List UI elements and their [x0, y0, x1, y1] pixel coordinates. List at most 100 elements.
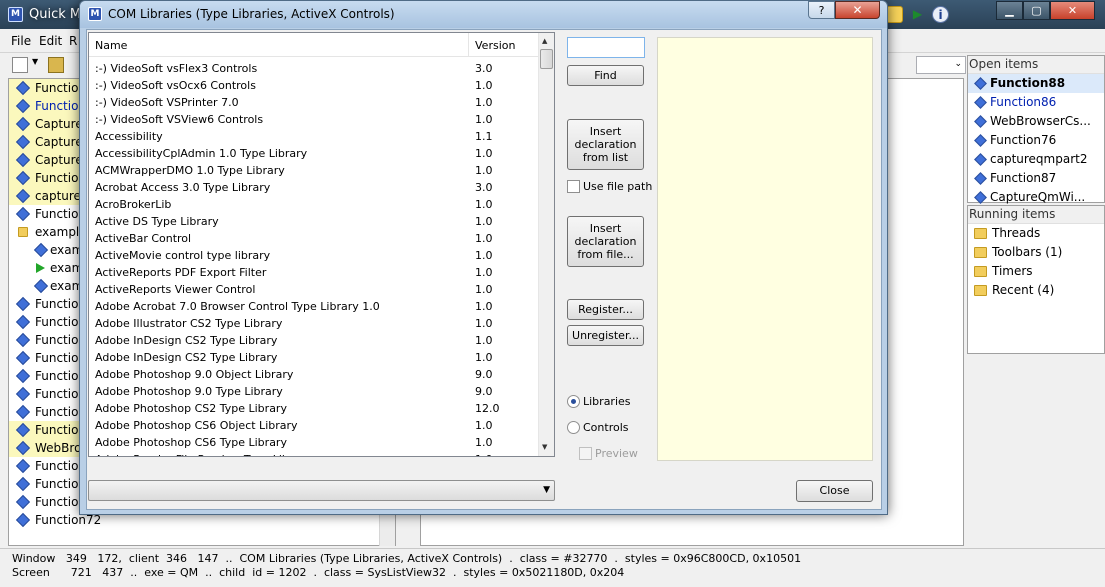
library-row[interactable]: :-) VideoSoft vsOcx6 Controls 1.0: [89, 77, 538, 94]
library-row[interactable]: :-) VideoSoft VSPrinter 7.0 1.0: [89, 94, 538, 111]
scroll-up-icon[interactable]: ▲: [542, 37, 547, 45]
libraries-radio[interactable]: [567, 395, 580, 408]
folder-icon: [974, 228, 987, 239]
library-row[interactable]: Adobe Illustrator CS2 Type Library 1.0: [89, 315, 538, 332]
library-row[interactable]: Adobe Reader File Preview Type Library 1.…: [89, 451, 538, 456]
running-item[interactable]: Recent (4): [968, 281, 1104, 300]
library-row[interactable]: ACMWrapperDMO 1.0 Type Library 1.0: [89, 162, 538, 179]
scroll-down-icon[interactable]: ▼: [542, 443, 547, 451]
function-diamond-icon: [15, 332, 31, 348]
running-item-label: Toolbars (1): [992, 245, 1063, 259]
image-icon[interactable]: [886, 6, 903, 23]
column-header-version[interactable]: Version: [475, 39, 515, 52]
open-item-label: Function76: [990, 133, 1057, 147]
function-diamond-icon: [15, 476, 31, 492]
library-row[interactable]: Adobe Acrobat 7.0 Browser Control Type L…: [89, 298, 538, 315]
open-item[interactable]: Function86: [968, 93, 1104, 112]
scroll-thumb[interactable]: [540, 49, 553, 69]
function-diamond-icon: [15, 296, 31, 312]
library-row[interactable]: Adobe InDesign CS2 Type Library 1.0: [89, 332, 538, 349]
library-row[interactable]: Adobe Photoshop CS6 Object Library 1.0: [89, 417, 538, 434]
library-version: 1.0: [475, 215, 493, 228]
toolbar-combo[interactable]: ⌄: [916, 56, 966, 74]
library-name: AccessibilityCplAdmin 1.0 Type Library: [95, 147, 308, 160]
library-row[interactable]: Active DS Type Library 1.0: [89, 213, 538, 230]
status-line-screen: Screen 721 437 .. exe = QM .. child id =…: [12, 566, 625, 579]
library-row[interactable]: Adobe InDesign CS2 Type Library 1.0: [89, 349, 538, 366]
library-version: 1.0: [475, 317, 493, 330]
open-item-label: Function86: [990, 95, 1057, 109]
library-row[interactable]: ActiveMovie control type library 1.0: [89, 247, 538, 264]
close-button[interactable]: Close: [796, 480, 873, 502]
running-item[interactable]: Threads: [968, 224, 1104, 243]
library-row[interactable]: ActiveBar Control 1.0: [89, 230, 538, 247]
library-list[interactable]: Name Version :-) VideoSoft vsFlex3 Contr…: [88, 32, 555, 457]
column-header-name[interactable]: Name: [95, 39, 127, 52]
library-row[interactable]: :-) VideoSoft vsFlex3 Controls 3.0: [89, 60, 538, 77]
library-list-scrollbar[interactable]: ▲ ▼: [538, 33, 554, 456]
new-file-icon[interactable]: [12, 57, 28, 73]
running-item[interactable]: Toolbars (1): [968, 243, 1104, 262]
folder-icon: [18, 227, 28, 237]
open-item[interactable]: WebBrowserCs...: [968, 112, 1104, 131]
dialog-title: COM Libraries (Type Libraries, ActiveX C…: [108, 7, 395, 21]
function-diamond-icon: [15, 170, 31, 186]
insert-from-list-button[interactable]: Insert declaration from list: [567, 119, 644, 170]
open-items-list: Function88 Function86 WebBrowserCs... Funct…: [968, 74, 1104, 207]
menu-file[interactable]: File: [11, 34, 31, 48]
library-version: 1.0: [475, 249, 493, 262]
minimize-button[interactable]: ▁: [996, 1, 1023, 20]
function-diamond-icon: [15, 116, 31, 132]
find-button[interactable]: Find: [567, 65, 644, 86]
use-file-path-label: Use file path: [583, 180, 653, 193]
library-name: Adobe Photoshop 9.0 Type Library: [95, 385, 283, 398]
function-diamond-icon: [15, 422, 31, 438]
menu-run[interactable]: R: [69, 34, 77, 48]
search-input[interactable]: [567, 37, 645, 58]
library-row[interactable]: ActiveReports PDF Export Filter 1.0: [89, 264, 538, 281]
preview-checkbox[interactable]: [579, 447, 592, 460]
library-version: 1.0: [475, 351, 493, 364]
function-diamond-icon: [15, 188, 31, 204]
library-row[interactable]: Accessibility 1.1: [89, 128, 538, 145]
open-item[interactable]: captureqmpart2: [968, 150, 1104, 169]
menu-edit[interactable]: Edit: [39, 34, 62, 48]
qm-app-icon: M: [88, 7, 102, 21]
running-items-list: Threads Toolbars (1) Timers Recent (4): [968, 224, 1104, 300]
library-row[interactable]: Adobe Photoshop 9.0 Type Library 9.0: [89, 383, 538, 400]
forward-icon[interactable]: ▶: [909, 6, 926, 23]
library-row[interactable]: AcroBrokerLib 1.0: [89, 196, 538, 213]
open-item[interactable]: Function88: [968, 74, 1104, 93]
dropdown-arrow-icon[interactable]: ▼: [32, 57, 48, 73]
library-version: 1.0: [475, 96, 493, 109]
library-name: ActiveReports PDF Export Filter: [95, 266, 267, 279]
library-row[interactable]: Adobe Photoshop CS2 Type Library 12.0: [89, 400, 538, 417]
main-close-button[interactable]: ✕: [1050, 1, 1095, 20]
register-button[interactable]: Register...: [567, 299, 644, 320]
library-row[interactable]: Adobe Photoshop 9.0 Object Library 9.0: [89, 366, 538, 383]
library-row[interactable]: ActiveReports Viewer Control 1.0: [89, 281, 538, 298]
info-icon[interactable]: i: [932, 6, 949, 23]
library-row[interactable]: Acrobat Access 3.0 Type Library 3.0: [89, 179, 538, 196]
library-name: :-) VideoSoft VSPrinter 7.0: [95, 96, 239, 109]
running-item[interactable]: Timers: [968, 262, 1104, 281]
properties-icon[interactable]: [48, 57, 64, 73]
open-item-label: Function88: [990, 76, 1066, 90]
function-diamond-icon: [15, 512, 31, 528]
column-separator[interactable]: [468, 33, 469, 57]
library-version: 1.0: [475, 451, 493, 456]
controls-radio[interactable]: [567, 421, 580, 434]
help-button[interactable]: ?: [808, 1, 835, 19]
declaration-combo[interactable]: ▼: [88, 480, 555, 501]
dialog-close-button[interactable]: ✕: [835, 1, 880, 19]
open-item[interactable]: Function87: [968, 169, 1104, 188]
insert-from-file-button[interactable]: Insert declaration from file...: [567, 216, 644, 267]
maximize-button[interactable]: ▢: [1023, 1, 1050, 20]
library-name: Adobe Photoshop 9.0 Object Library: [95, 368, 294, 381]
open-item[interactable]: Function76: [968, 131, 1104, 150]
library-row[interactable]: AccessibilityCplAdmin 1.0 Type Library 1.…: [89, 145, 538, 162]
library-row[interactable]: Adobe Photoshop CS6 Type Library 1.0: [89, 434, 538, 451]
unregister-button[interactable]: Unregister...: [567, 325, 644, 346]
library-row[interactable]: :-) VideoSoft VSView6 Controls 1.0: [89, 111, 538, 128]
use-file-path-checkbox[interactable]: [567, 180, 580, 193]
